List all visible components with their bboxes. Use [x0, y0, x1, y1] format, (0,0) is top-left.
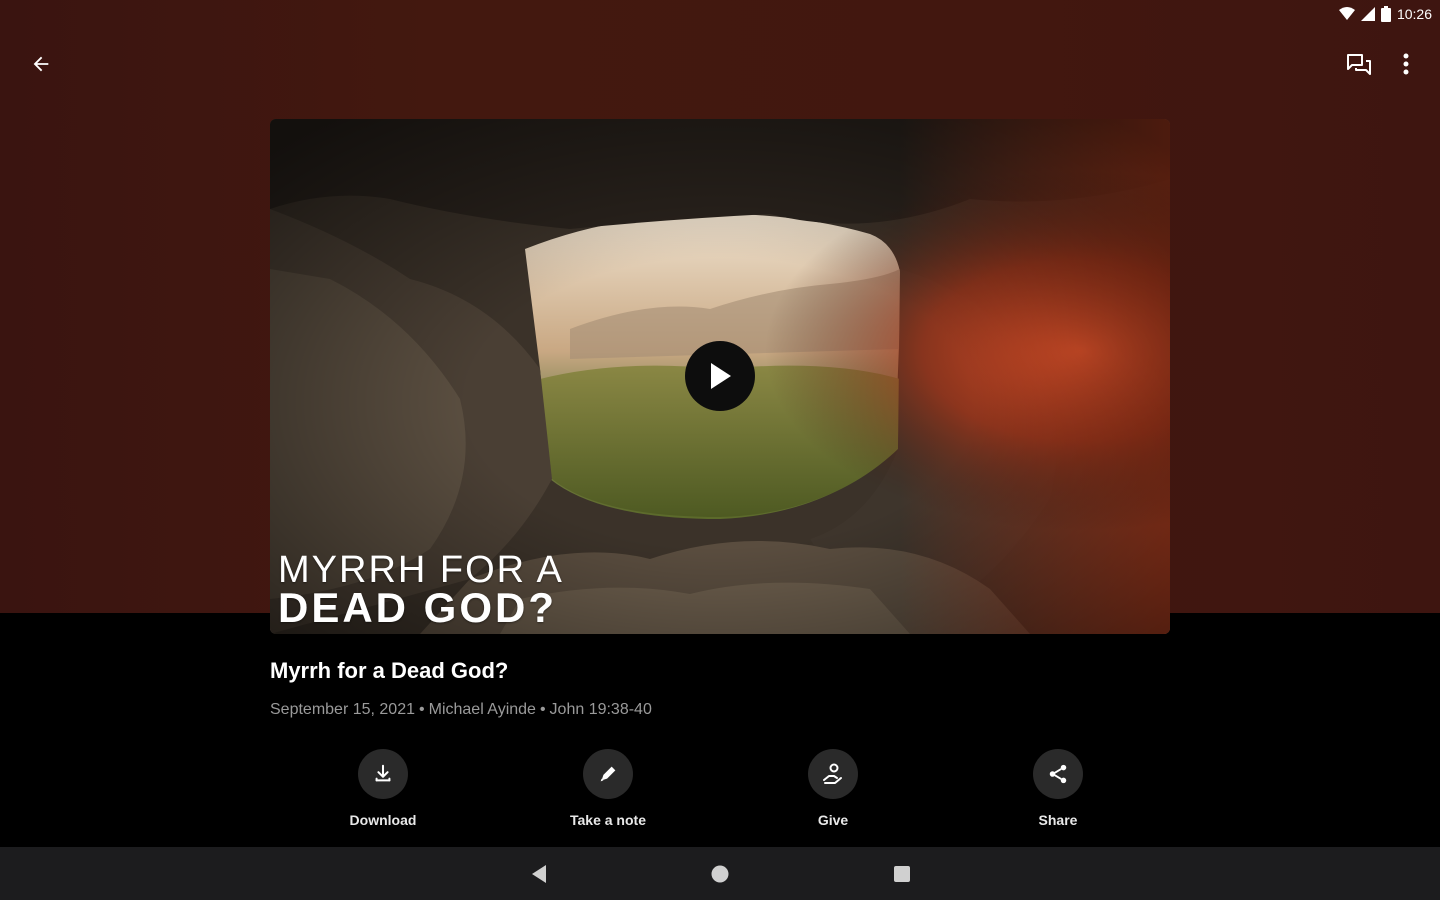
back-button[interactable] [21, 44, 61, 84]
download-label: Download [349, 812, 417, 828]
nav-recents-button[interactable] [887, 859, 917, 889]
share-icon [1049, 764, 1067, 784]
nav-back-button[interactable] [524, 859, 554, 889]
share-button[interactable]: Share [998, 749, 1118, 828]
download-button[interactable]: Download [323, 749, 443, 828]
chat-bubbles-icon [1347, 54, 1371, 75]
overlay-title-line1: MYRRH FOR A [278, 549, 564, 591]
play-icon [711, 363, 731, 389]
overlay-title-line2: DEAD GOD? [278, 584, 557, 631]
signal-icon [1360, 7, 1375, 21]
status-time: 10:26 [1396, 6, 1432, 22]
nav-recents-icon [894, 866, 910, 882]
video-player[interactable]: MYRRH FOR A DEAD GOD? [270, 119, 1170, 634]
nav-home-icon [711, 865, 729, 883]
video-title-overlay: MYRRH FOR A DEAD GOD? [278, 551, 564, 629]
take-a-note-label: Take a note [570, 812, 646, 828]
meta-separator: • [419, 701, 425, 718]
nav-back-icon [532, 865, 546, 883]
sermon-meta: September 15, 2021 • Michael Ayinde • John 1… [270, 701, 652, 719]
more-vertical-icon [1403, 53, 1409, 75]
pencil-icon [600, 766, 616, 782]
discussion-button[interactable] [1339, 44, 1379, 84]
give-circle[interactable] [808, 749, 858, 799]
more-options-button[interactable] [1386, 44, 1426, 84]
wifi-icon [1338, 7, 1355, 21]
arrow-left-icon [33, 56, 49, 72]
take-a-note-circle[interactable] [583, 749, 633, 799]
share-label: Share [1038, 812, 1078, 828]
sermon-detail-screen: 10:26 MYRRH FOR A DEAD GOD? Myrrh for a … [0, 0, 1440, 900]
battery-icon [1380, 6, 1391, 22]
sermon-date: September 15, 2021 [270, 701, 415, 718]
take-a-note-button[interactable]: Take a note [548, 749, 668, 828]
sermon-speaker: Michael Ayinde [428, 701, 536, 718]
give-hand-icon [823, 763, 842, 784]
share-circle[interactable] [1033, 749, 1083, 799]
give-button[interactable]: Give [773, 749, 893, 828]
download-icon [375, 764, 391, 782]
play-button[interactable] [685, 341, 755, 411]
nav-home-button[interactable] [705, 859, 735, 889]
download-circle[interactable] [358, 749, 408, 799]
give-label: Give [817, 812, 849, 828]
sermon-passage: John 19:38-40 [549, 701, 652, 718]
action-bar: Download Take a note Give Share [270, 749, 1170, 839]
status-bar: 10:26 [1338, 4, 1432, 24]
sermon-title: Myrrh for a Dead God? [270, 658, 509, 683]
meta-separator: • [539, 701, 546, 718]
system-navigation-bar [0, 847, 1440, 900]
